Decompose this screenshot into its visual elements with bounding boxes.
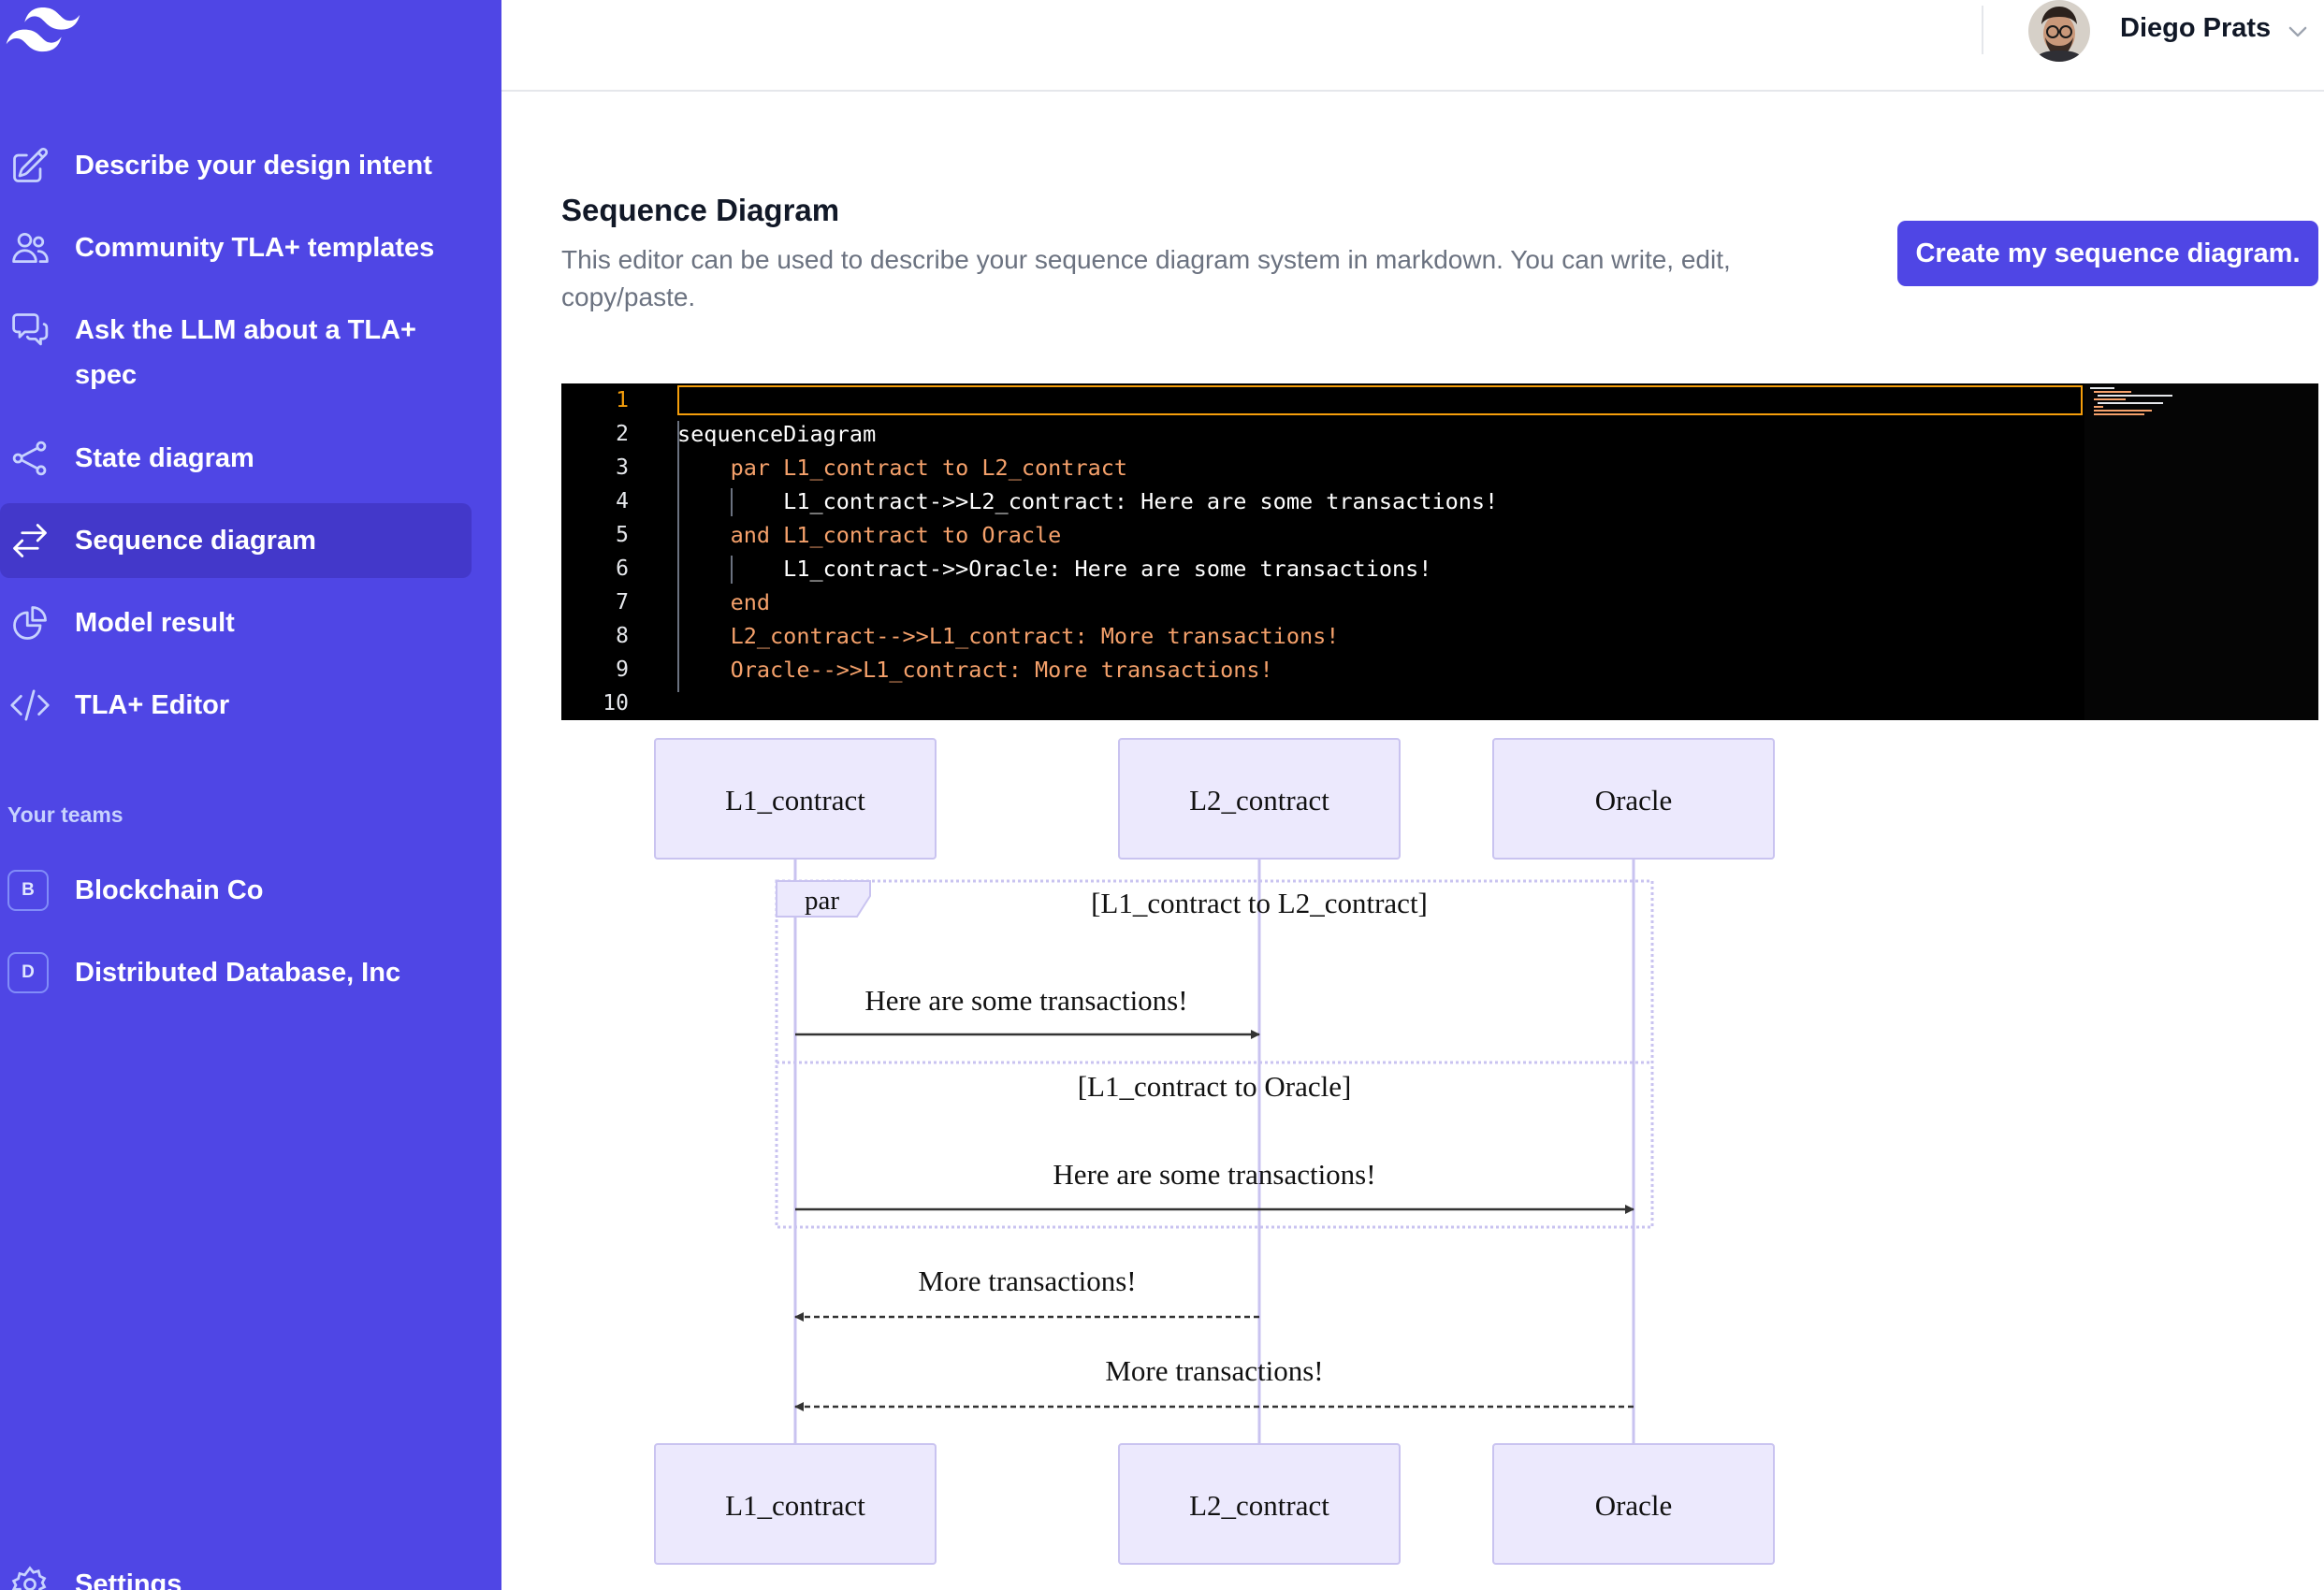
par-section-label: [L1_contract to Oracle] [1078,1070,1352,1103]
page-description: This editor can be used to describe your… [561,245,1731,311]
actor-label: L2_contract [1189,1489,1329,1522]
line-number: 3 [616,455,629,480]
actor-label: L1_contract [725,1489,865,1522]
line-number: 10 [603,691,629,716]
line-text: L2_contract-->>L1_contract: More transac… [677,623,1340,649]
code-line[interactable]: 6 L1_contract->>Oracle: Here are some tr… [561,552,2318,585]
chat-bubbles-icon [9,310,51,351]
indent-guide [731,556,733,584]
actor-label: Oracle [1595,784,1673,817]
editor-minimap[interactable] [2084,383,2318,720]
gear-icon [9,1564,51,1590]
teams-heading: Your teams [7,802,123,827]
chevron-down-icon[interactable] [2285,19,2311,45]
current-line-highlight [677,385,2083,415]
actor-bottom-oracle: Oracle [1492,1443,1775,1565]
nav-label: Community TLA+ templates [75,233,435,263]
nav-label: State diagram [75,443,254,473]
user-avatar[interactable] [2028,0,2090,62]
share-icon [9,438,51,479]
code-line[interactable]: 5 and L1_contract to Oracle [561,518,2318,552]
nav-item-describe-design-intent[interactable]: Describe your design intent [0,128,472,203]
create-sequence-diagram-button[interactable]: Create my sequence diagram. [1897,221,2318,286]
line-number: 4 [616,489,629,513]
team-name: Distributed Database, Inc [75,958,401,988]
line-number: 8 [616,624,629,648]
code-line[interactable]: 4 L1_contract->>L2_contract: Here are so… [561,484,2318,518]
nav-label: Settings [75,1569,182,1590]
team-name: Blockchain Co [75,875,264,905]
actor-top-l1-contract: L1_contract [654,738,937,860]
user-name[interactable]: Diego Prats [2120,13,2271,44]
actor-top-oracle: Oracle [1492,738,1775,860]
team-item-blockchain-co[interactable]: B Blockchain Co [0,862,472,922]
code-line[interactable]: 7 end [561,585,2318,619]
actor-label: L2_contract [1189,784,1329,817]
nav-item-sequence-diagram[interactable]: Sequence diagram [0,503,472,578]
message-label: Here are some transactions! [1053,1158,1375,1191]
line-text: sequenceDiagram [677,421,877,447]
nav-item-community-templates[interactable]: Community TLA+ templates [0,210,472,285]
page-title: Sequence Diagram [561,193,840,227]
divider [1982,6,1983,54]
line-text: Oracle-->>L1_contract: More transactions… [677,657,1273,683]
actor-label: L1_contract [725,784,865,817]
nav-label: Sequence diagram [75,526,316,556]
code-editor[interactable]: 1 2 sequenceDiagram 3 par L1_contract to… [561,383,2318,720]
actor-bottom-l1-contract: L1_contract [654,1443,937,1565]
line-number: 7 [616,590,629,614]
line-number: 1 [616,388,629,412]
line-text: end [677,589,771,615]
sidebar: Describe your design intent Community TL… [0,0,501,1590]
actor-top-l2-contract: L2_contract [1118,738,1401,860]
team-item-distributed-database[interactable]: D Distributed Database, Inc [0,945,472,1005]
code-line[interactable]: 3 par L1_contract to L2_contract [561,451,2318,484]
line-text: L1_contract->>L2_contract: Here are some… [677,488,1499,514]
code-line[interactable]: 2 sequenceDiagram [561,417,2318,451]
line-number: 9 [616,658,629,682]
nav-item-settings[interactable]: Settings [0,1562,472,1590]
line-number: 5 [616,523,629,547]
code-line[interactable]: 8 L2_contract-->>L1_contract: More trans… [561,619,2318,653]
nav-item-state-diagram[interactable]: State diagram [0,421,472,496]
line-number: 2 [616,422,629,446]
par-section-label: [L1_contract to L2_contract] [1091,887,1428,919]
team-badge: B [7,870,49,911]
line-text: L1_contract->>Oracle: Here are some tran… [677,556,1432,582]
message-label: Here are some transactions! [864,984,1187,1017]
tailwind-logo-icon[interactable] [6,7,80,52]
code-line[interactable]: 9 Oracle-->>L1_contract: More transactio… [561,653,2318,687]
line-number: 6 [616,556,629,581]
nav-label: TLA+ Editor [75,690,230,720]
sequence-diagram: L1_contract L2_contract Oracle par [L1_c… [561,735,1778,1577]
nav-item-model-result[interactable]: Model result [0,585,472,660]
nav-item-tla-editor[interactable]: TLA+ Editor [0,668,472,743]
top-bar: Diego Prats [501,0,2324,92]
line-text: par L1_contract to L2_contract [677,455,1128,481]
par-label: par [805,886,839,916]
indent-guide [677,421,679,692]
nav-label: Ask the LLM about a TLA+ spec [75,315,416,390]
team-badge: D [7,952,49,993]
message-label: More transactions! [918,1265,1136,1297]
code-bracket-icon [9,685,51,726]
arrows-right-left-icon [9,520,51,561]
indent-guide [731,488,733,516]
chart-pie-icon [9,602,51,643]
pencil-square-icon [9,145,51,186]
line-text: and L1_contract to Oracle [677,522,1062,548]
actor-bottom-l2-contract: L2_contract [1118,1443,1401,1565]
nav-label: Model result [75,608,235,638]
code-line[interactable]: 10 [561,687,2318,720]
users-icon [9,227,51,268]
actor-label: Oracle [1595,1489,1673,1522]
nav-label: Describe your design intent [75,151,432,181]
code-line[interactable]: 1 [561,383,2318,417]
nav-item-ask-llm[interactable]: Ask the LLM about a TLA+ spec [0,293,472,405]
message-label: More transactions! [1105,1354,1323,1387]
